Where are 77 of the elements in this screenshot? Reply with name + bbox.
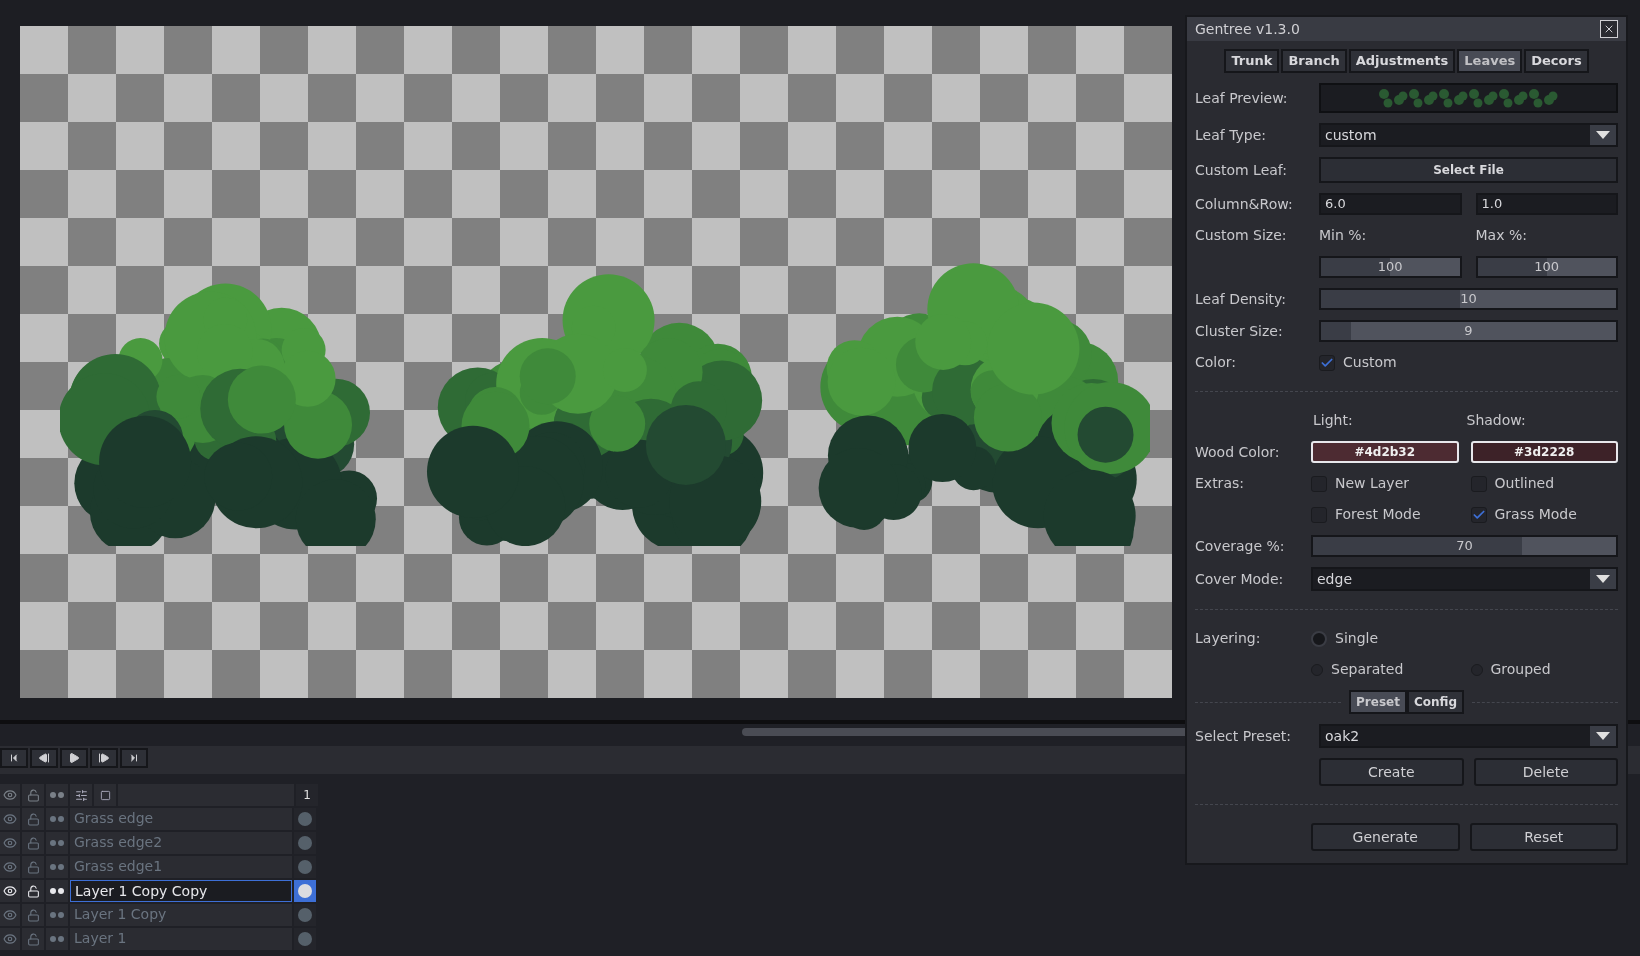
layer-settings-icon[interactable] [70, 784, 92, 806]
color-swatch[interactable]: #3d2228 [1470, 441, 1618, 463]
checkbox-label: Grass Mode [1494, 505, 1577, 524]
checkbox-label: Outlined [1494, 474, 1555, 493]
step-back-icon [38, 752, 50, 764]
field-label: Cluster Size: [1195, 321, 1284, 341]
field-label: Color: [1195, 353, 1238, 372]
dropdown[interactable]: edge [1311, 567, 1618, 591]
field-label: Custom Leaf: [1195, 160, 1288, 180]
number-field[interactable]: 1.0 [1475, 193, 1618, 215]
layer-name[interactable]: Layer 1 Copy Copy [70, 880, 292, 902]
tab[interactable]: Preset [1349, 690, 1407, 714]
playback-button[interactable] [30, 748, 58, 768]
playback-button[interactable] [90, 748, 118, 768]
field-label: Cover Mode: [1195, 569, 1285, 589]
slider[interactable]: 100 [1475, 256, 1618, 278]
slider[interactable]: 10 [1319, 288, 1618, 310]
dropdown-value: edge [1316, 570, 1353, 589]
layer-square-icon[interactable] [94, 784, 116, 806]
field-label: Leaf Type: [1195, 125, 1267, 145]
play-icon [68, 752, 80, 764]
canvas[interactable] [20, 26, 1172, 698]
frame-number[interactable]: 1 [296, 784, 318, 806]
select-file-button[interactable]: Select File [1319, 157, 1618, 183]
skip-start-icon [8, 752, 20, 764]
checkbox-label: Custom [1343, 353, 1397, 372]
radio-label: Single [1335, 629, 1379, 648]
tab[interactable]: Config [1406, 690, 1464, 714]
onion-skin-icon[interactable] [46, 880, 68, 902]
playback-button[interactable] [60, 748, 88, 768]
tab[interactable]: Adjustments [1348, 49, 1456, 73]
color-swatch[interactable]: #4d2b32 [1311, 441, 1459, 463]
radio-label: Separated [1331, 660, 1404, 679]
checkbox[interactable] [1470, 506, 1487, 523]
step-forward-icon [98, 752, 110, 764]
dropdown[interactable]: custom [1319, 123, 1618, 147]
lock-icon[interactable] [22, 880, 44, 902]
field-label: Extras: [1195, 474, 1245, 493]
action-button[interactable]: Reset [1469, 823, 1618, 851]
dropdown[interactable]: oak2 [1319, 724, 1618, 748]
field-label: Max %: [1475, 226, 1528, 245]
field-label: Layering: [1195, 629, 1262, 648]
field-label: Column&Row: [1195, 194, 1294, 214]
checkbox-label: New Layer [1335, 474, 1410, 493]
action-button[interactable]: Delete [1473, 758, 1618, 786]
action-button[interactable]: Generate [1311, 823, 1460, 851]
skip-end-icon [128, 752, 140, 764]
field-label: Min %: [1319, 226, 1368, 245]
field-label: Leaf Preview: [1195, 88, 1289, 108]
playback-button[interactable] [0, 748, 28, 768]
slider[interactable]: 9 [1319, 320, 1618, 342]
playback-button[interactable] [120, 748, 148, 768]
number-field[interactable]: 6.0 [1319, 193, 1462, 215]
field-label: Custom Size: [1195, 226, 1288, 245]
tab[interactable]: Trunk [1224, 49, 1280, 73]
action-button[interactable]: Create [1319, 758, 1464, 786]
eye-icon[interactable] [0, 880, 20, 902]
tab[interactable]: Leaves [1457, 49, 1523, 73]
slider[interactable]: 70 [1311, 535, 1618, 557]
dropdown-value: oak2 [1324, 727, 1361, 746]
field-label: Leaf Density: [1195, 289, 1288, 309]
radio-button[interactable] [1311, 630, 1327, 647]
column-label: Shadow: [1465, 411, 1527, 430]
tab[interactable]: Branch [1281, 49, 1347, 73]
field-label: Wood Color: [1195, 442, 1281, 462]
close-icon [1603, 23, 1615, 35]
column-label: Light: [1312, 411, 1354, 430]
field-label: Coverage %: [1195, 536, 1286, 556]
checkbox[interactable] [1319, 354, 1335, 371]
radio-label: Grouped [1490, 660, 1551, 679]
tab[interactable]: Decors [1524, 49, 1589, 73]
window-title: Gentree v1.3.0 [1195, 19, 1301, 39]
dropdown-value: custom [1324, 126, 1378, 145]
close-button[interactable] [1600, 20, 1618, 38]
field-label: Select Preset: [1195, 726, 1292, 746]
slider[interactable]: 100 [1319, 256, 1462, 278]
checkbox-label: Forest Mode [1335, 505, 1421, 524]
